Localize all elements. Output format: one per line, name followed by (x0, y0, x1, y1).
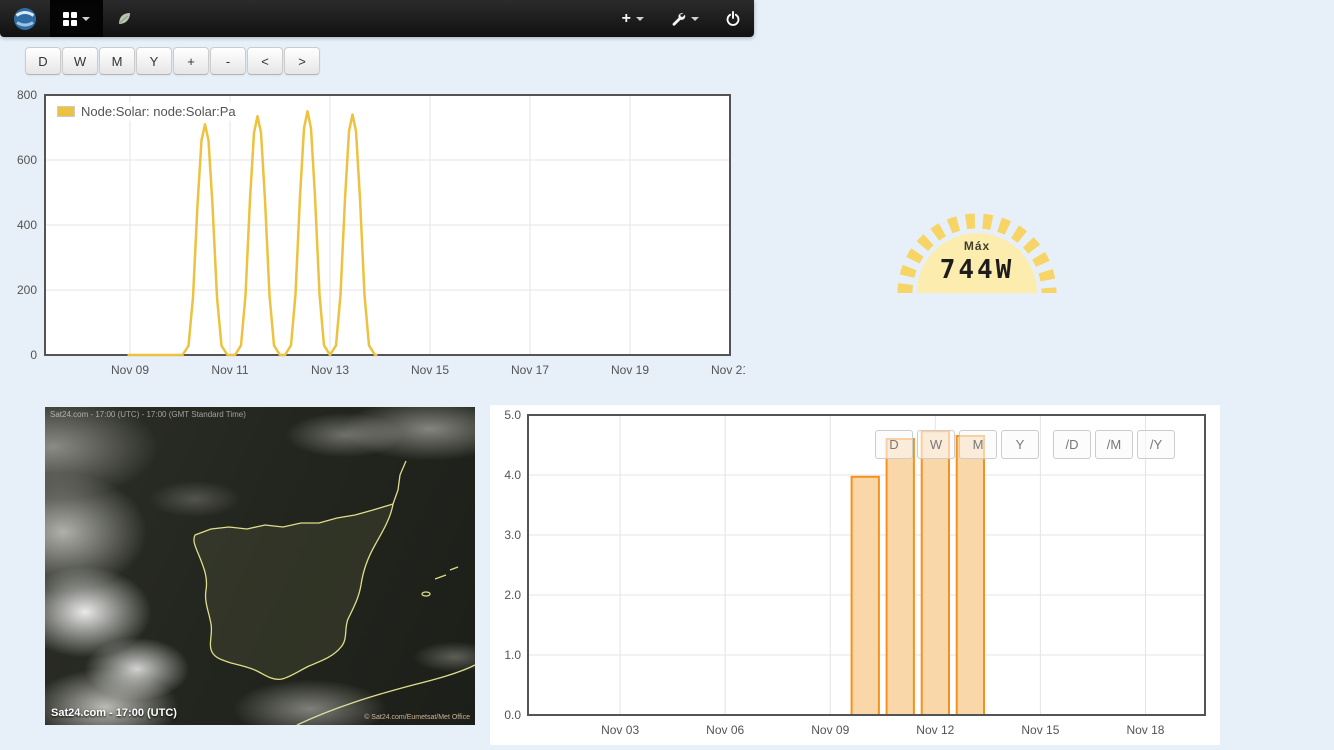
satellite-copyright: © Sat24.com/Eumetsat/Met Office (364, 714, 470, 721)
logout-button[interactable] (712, 0, 754, 37)
x-tick-label: Nov 12 (916, 723, 954, 737)
interval-month-button[interactable]: /M (1095, 430, 1133, 459)
plus-icon: + (622, 11, 631, 27)
solar-power-line-chart[interactable]: Nov 09 Nov 11 Nov 13 Nov 15 Nov 17 Nov 19 Nov … (5, 90, 745, 390)
bar-range-year-button[interactable]: Y (1001, 430, 1039, 459)
energy-bar (852, 477, 879, 715)
energy-bar (922, 431, 949, 715)
interval-year-button[interactable]: /Y (1137, 430, 1175, 459)
x-tick-label: Nov 18 (1126, 723, 1164, 737)
y-tick-label: 5.0 (504, 408, 521, 422)
time-range-toolbar: D W M Y + - < > (25, 47, 320, 75)
wrench-icon (670, 11, 686, 27)
y-tick-label: 600 (17, 153, 37, 167)
satellite-source-caption: Sat24.com - 17:00 (UTC) (51, 707, 177, 719)
y-tick-label: 200 (17, 283, 37, 297)
zoom-in-button[interactable]: + (173, 47, 209, 75)
sun-max-value: 744W (940, 255, 1015, 285)
y-tick-label: 4.0 (504, 468, 521, 482)
chart-legend: Node:Solar: node:Solar:Pa (55, 102, 242, 121)
x-tick-label: Nov 03 (601, 723, 639, 737)
pan-right-button[interactable]: > (284, 47, 320, 75)
y-tick-label: 3.0 (504, 528, 521, 542)
setup-menu-button[interactable] (657, 0, 712, 37)
energy-bar (957, 436, 984, 715)
apps-menu-button[interactable] (50, 0, 103, 37)
bar-range-week-button[interactable]: W (917, 430, 955, 459)
y-tick-label: 2.0 (504, 588, 521, 602)
range-year-button[interactable]: Y (136, 47, 172, 75)
line-chart-canvas: Nov 09 Nov 11 Nov 13 Nov 15 Nov 17 Nov 19 Nov … (5, 90, 745, 390)
range-month-button[interactable]: M (99, 47, 135, 75)
y-tick-label: 1.0 (504, 648, 521, 662)
x-tick-label: Nov 17 (511, 363, 549, 377)
emoncms-globe-icon (13, 7, 37, 31)
zoom-out-button[interactable]: - (210, 47, 246, 75)
x-tick-label: Nov 06 (706, 723, 744, 737)
bar-range-day-button[interactable]: D (875, 430, 913, 459)
power-icon (725, 11, 741, 27)
x-tick-label: Nov 15 (1021, 723, 1059, 737)
add-widget-button[interactable]: + (609, 0, 657, 37)
chevron-down-icon (691, 17, 699, 21)
x-tick-label: Nov 09 (811, 723, 849, 737)
bar-range-month-button[interactable]: M (959, 430, 997, 459)
x-tick-label: Nov 13 (311, 363, 349, 377)
interval-day-button[interactable]: /D (1053, 430, 1091, 459)
x-tick-label: Nov 15 (411, 363, 449, 377)
dashboard-page: + D W M Y + - < > (0, 0, 1334, 750)
y-tick-label: 400 (17, 218, 37, 232)
max-power-sun-gauge: Máx 744W (882, 203, 1072, 298)
pan-left-button[interactable]: < (247, 47, 283, 75)
chevron-down-icon (82, 17, 90, 21)
chevron-down-icon (636, 17, 644, 21)
leaf-menu-button[interactable] (103, 0, 145, 37)
grid-apps-icon (63, 12, 77, 26)
leaf-icon (116, 11, 132, 27)
emoncms-logo[interactable] (0, 0, 50, 37)
x-tick-label: Nov 11 (211, 363, 248, 377)
range-day-button[interactable]: D (25, 47, 61, 75)
y-tick-label: 800 (17, 90, 37, 102)
satellite-top-caption: Sat24.com - 17:00 (UTC) - 17:00 (GMT Sta… (50, 410, 246, 419)
y-tick-label: 0.0 (504, 708, 521, 722)
sun-max-label: Máx (964, 239, 990, 253)
x-tick-label: Nov 21 (711, 363, 745, 377)
x-tick-label: Nov 09 (111, 363, 149, 377)
satellite-image-widget: Sat24.com - 17:00 (UTC) - 17:00 (GMT Sta… (45, 407, 475, 725)
y-tick-label: 0 (30, 348, 37, 362)
navbar-left-group (0, 0, 145, 37)
cloud-layer (45, 407, 475, 725)
range-week-button[interactable]: W (62, 47, 98, 75)
x-tick-label: Nov 19 (611, 363, 649, 377)
legend-label: Node:Solar: node:Solar:Pa (81, 104, 236, 119)
legend-swatch (57, 106, 75, 117)
navbar-right-group: + (609, 0, 754, 37)
daily-energy-bar-chart-panel[interactable]: Nov 03 Nov 06 Nov 09 Nov 12 Nov 15 Nov 18 0.0 1… (490, 405, 1220, 745)
energy-bar (887, 439, 914, 715)
top-navbar: + (0, 0, 754, 37)
